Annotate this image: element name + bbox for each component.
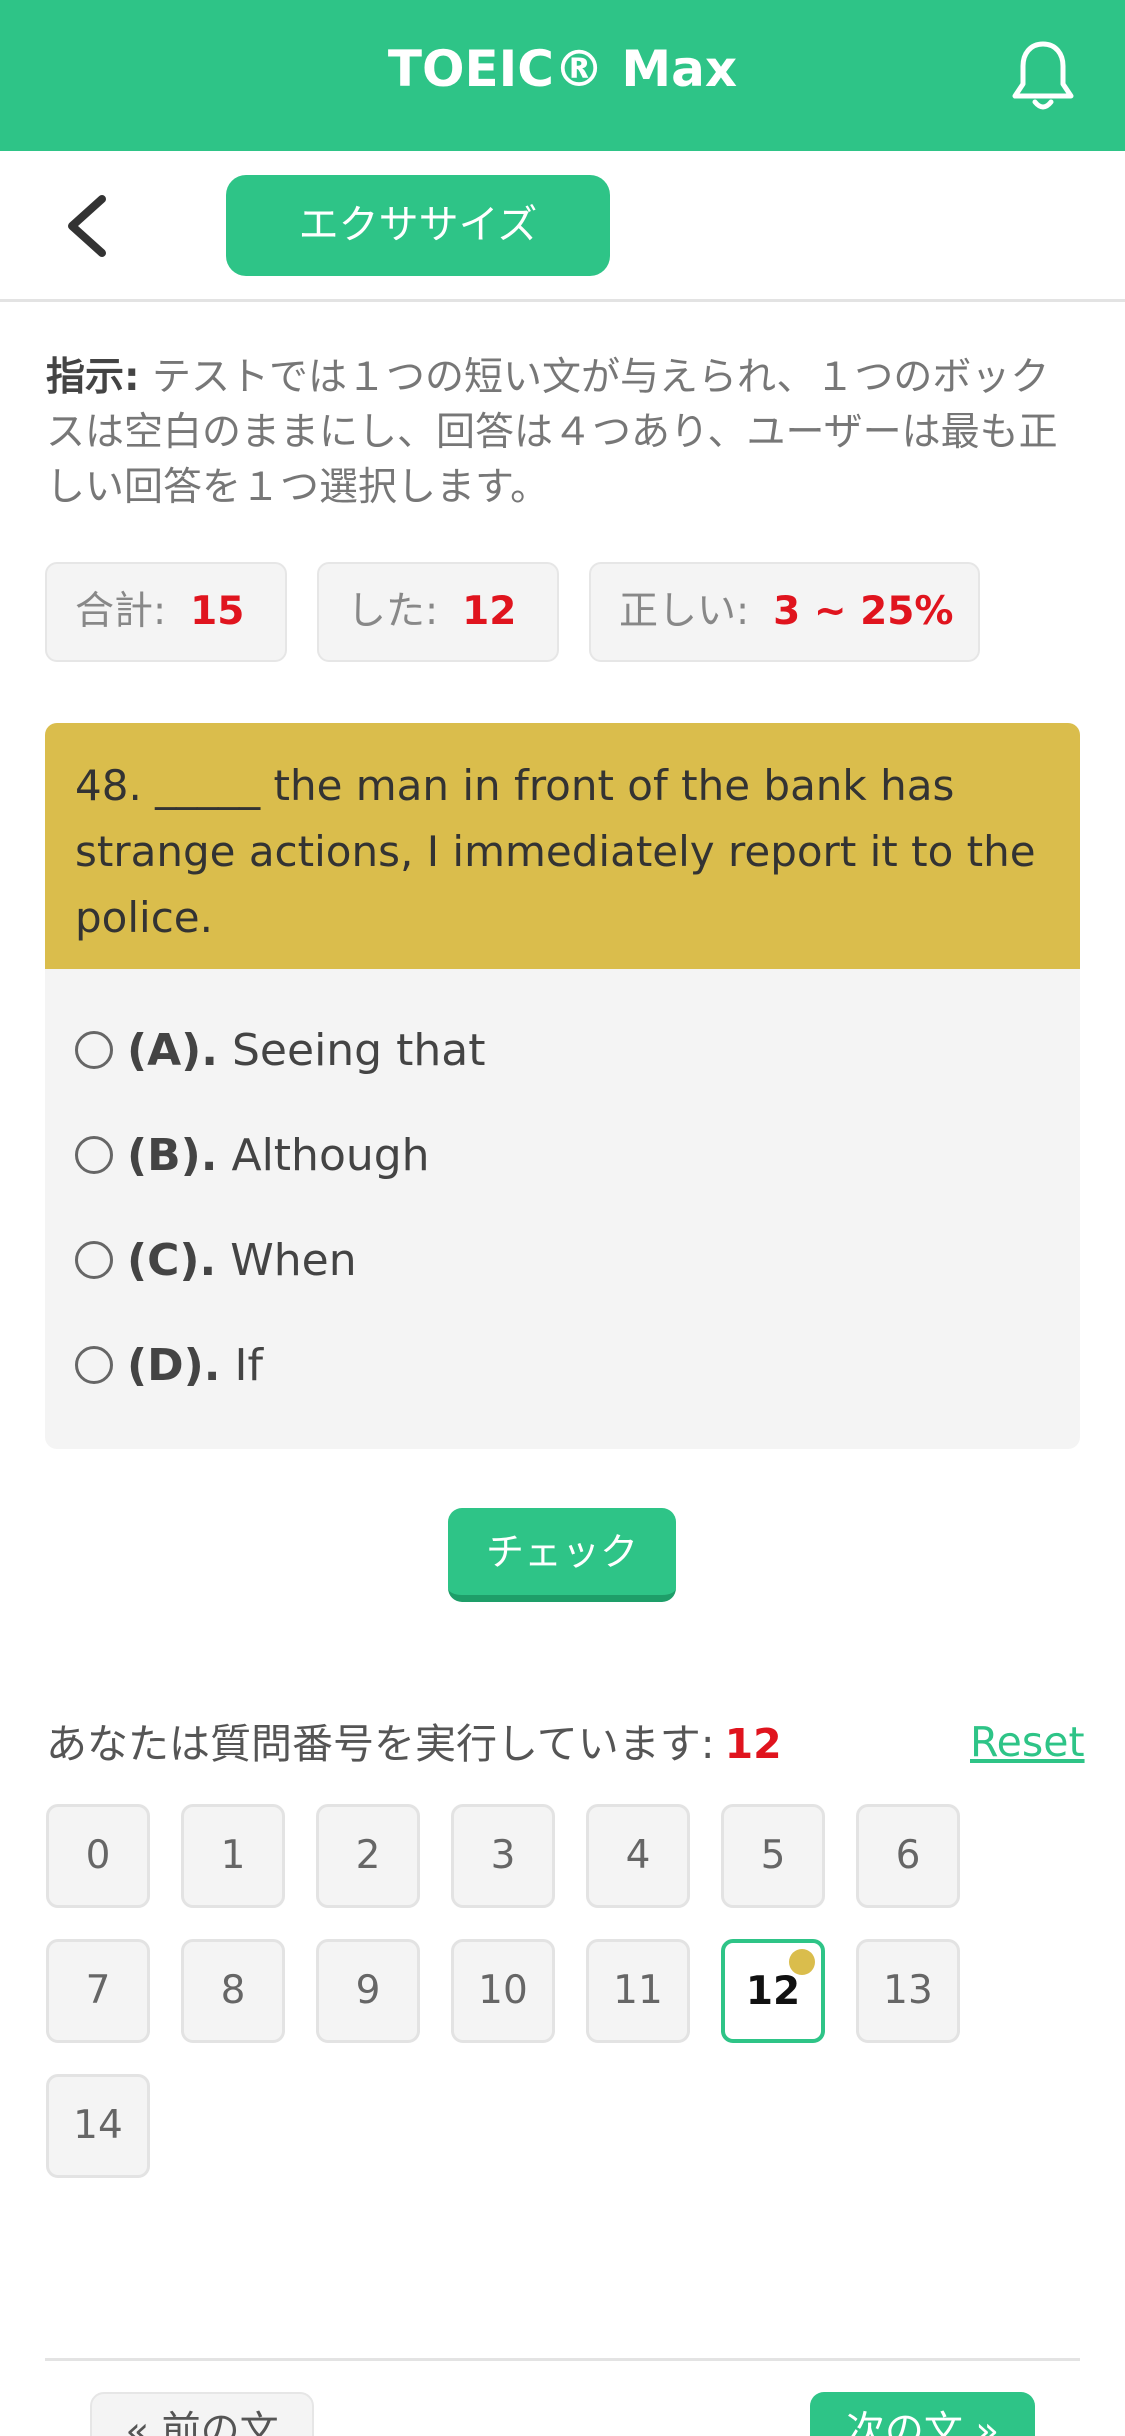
footer-divider (45, 2358, 1080, 2361)
question-number-button[interactable]: 5 (721, 1804, 825, 1908)
stat-done-label: した: (347, 589, 439, 634)
option-b[interactable]: (B). Although (75, 1121, 430, 1191)
question-number-button[interactable]: 2 (316, 1804, 420, 1908)
stat-correct-value: 3 ~ 25% (773, 589, 954, 634)
question-number-button[interactable]: 10 (451, 1939, 555, 2043)
radio-icon[interactable] (75, 1136, 113, 1174)
option-letter: (A). (127, 1025, 218, 1076)
option-text: Although (231, 1130, 430, 1181)
bell-icon[interactable] (1008, 38, 1078, 114)
stat-total-label: 合計: (75, 589, 167, 634)
question-number-button[interactable]: 1 (181, 1804, 285, 1908)
option-text: When (230, 1235, 357, 1286)
option-letter: (D). (127, 1340, 221, 1391)
option-text: Seeing that (232, 1025, 486, 1076)
sub-navigation: エクササイズ (0, 151, 1125, 302)
radio-icon[interactable] (75, 1031, 113, 1069)
option-a[interactable]: (A). Seeing that (75, 1016, 485, 1086)
question-number-button[interactable]: 7 (46, 1939, 150, 2043)
option-text: If (234, 1340, 263, 1391)
instructions-text: テストでは１つの短い文が与えられ、１つのボックスは空白のままにし、回答は４つあり… (46, 355, 1058, 510)
progress-indicator: あなたは質問番号を実行しています: 12 (46, 1714, 782, 1774)
radio-icon[interactable] (75, 1346, 113, 1384)
stat-done: した: 12 (317, 562, 559, 662)
question-number-button-current[interactable]: 12 (721, 1939, 825, 2043)
check-button[interactable]: チェック (448, 1508, 676, 1602)
question-number-button[interactable]: 11 (586, 1939, 690, 2043)
question-number-label: 12 (745, 1969, 801, 2014)
question-number-button[interactable]: 4 (586, 1804, 690, 1908)
question-card: 48. _____ the man in front of the bank h… (45, 723, 1080, 1449)
stat-correct: 正しい: 3 ~ 25% (589, 562, 980, 662)
progress-label: あなたは質問番号を実行しています: (46, 1720, 715, 1768)
reset-link[interactable]: Reset (970, 1712, 1085, 1772)
app-header: TOEIC® Max (0, 0, 1125, 151)
radio-icon[interactable] (75, 1241, 113, 1279)
tab-exercise[interactable]: エクササイズ (226, 175, 610, 276)
option-c[interactable]: (C). When (75, 1226, 357, 1296)
stat-done-value: 12 (462, 589, 517, 634)
progress-current: 12 (724, 1720, 782, 1768)
app-title: TOEIC® Max (387, 40, 738, 98)
chevron-left-icon[interactable] (58, 191, 118, 261)
stat-total-value: 15 (190, 589, 245, 634)
stat-total: 合計: 15 (45, 562, 287, 662)
question-number-button[interactable]: 14 (46, 2074, 150, 2178)
question-number-button[interactable]: 8 (181, 1939, 285, 2043)
instructions-label: 指示: (46, 355, 140, 400)
question-number-button[interactable]: 13 (856, 1939, 960, 2043)
previous-button[interactable]: « 前の文 (90, 2392, 314, 2436)
question-number-button[interactable]: 0 (46, 1804, 150, 1908)
instructions: 指示: テストでは１つの短い文が与えられ、１つのボックスは空白のままにし、回答は… (46, 350, 1086, 515)
question-text: 48. _____ the man in front of the bank h… (45, 723, 1080, 969)
stat-correct-label: 正しい: (619, 589, 750, 634)
option-letter: (C). (127, 1235, 217, 1286)
next-button[interactable]: 次の文 » (810, 2392, 1035, 2436)
current-marker-dot (789, 1949, 815, 1975)
option-d[interactable]: (D). If (75, 1331, 263, 1401)
question-number-button[interactable]: 3 (451, 1804, 555, 1908)
question-number-button[interactable]: 6 (856, 1804, 960, 1908)
question-number-button[interactable]: 9 (316, 1939, 420, 2043)
option-letter: (B). (127, 1130, 218, 1181)
